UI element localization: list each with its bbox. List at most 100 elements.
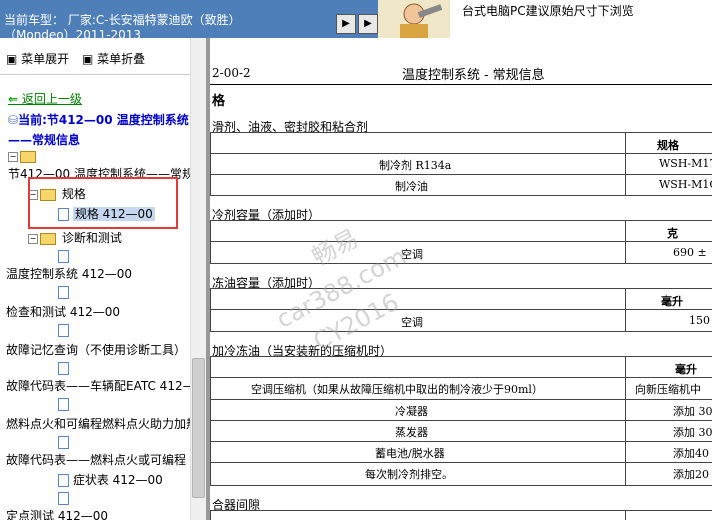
- back-link-label: 返回上一级: [21, 92, 82, 106]
- document-icon: [58, 250, 69, 263]
- tree-item-label: 故障代码表——燃料点火或可编程: [6, 453, 187, 467]
- menu-expand-label: 菜单展开: [21, 52, 70, 66]
- col-divider: [625, 511, 626, 520]
- col-divider: [625, 221, 626, 263]
- table-row: 制冷剂 R134a WSH-M17B: [211, 153, 712, 172]
- col-header-unit: 毫升: [675, 363, 697, 376]
- tree-doc-node[interactable]: [58, 360, 69, 376]
- document-icon: [58, 492, 69, 505]
- mechanic-illustration-icon: [378, 0, 450, 38]
- tree-item-fuel-heater[interactable]: 燃料点火和可编程燃料点火助力加热器: [6, 416, 190, 432]
- tree-item-temp-control[interactable]: 温度控制系统 412—00: [6, 266, 132, 282]
- tree-doc-node[interactable]: [58, 284, 69, 300]
- row-value: 150: [689, 314, 710, 327]
- sidebar-scrollbar[interactable]: [190, 38, 207, 520]
- toolbar-divider: [0, 74, 190, 75]
- collapse-icon: ▣: [82, 52, 94, 66]
- tree-doc-node[interactable]: [58, 396, 69, 412]
- row-value: 添加 30: [673, 405, 712, 418]
- table-row: 空调压缩机（如果从故障压缩机中取出的制冷液少于90ml） 向新压缩机中: [211, 377, 712, 396]
- ad-banner[interactable]: 台式电脑PC建议原始尺寸下浏览: [378, 0, 712, 38]
- menu-collapse-label: 菜单折叠: [97, 52, 146, 66]
- table-row: 蒸发器 添加 30: [211, 420, 712, 439]
- tree-item-label: 诊断和测试: [61, 231, 122, 245]
- scrollbar-thumb[interactable]: [192, 358, 205, 498]
- refrigerant-capacity-table: 克 空调 690 ±: [210, 220, 712, 264]
- sidebar: ▣ 菜单展开 ▣ 菜单折叠 ⇐ 返回上一级 ⛁当前:节412—00 温度控制系统…: [0, 38, 190, 520]
- row-name: 空调: [401, 316, 423, 329]
- tree-item-label: 检查和测试 412—00: [6, 305, 120, 319]
- col-divider: [625, 133, 626, 195]
- col-header-unit: 毫升: [661, 295, 683, 308]
- row-spec: WSH-M1C: [659, 178, 712, 191]
- tree-item-inspection[interactable]: 检查和测试 412—00: [6, 304, 120, 320]
- col-header-unit: 克: [667, 227, 678, 240]
- row-value: 添加40: [673, 447, 709, 460]
- tree-item-fault-memory[interactable]: 故障记忆查询（不使用诊断工具）: [6, 342, 186, 358]
- back-link[interactable]: ⇐ 返回上一级: [8, 90, 82, 107]
- tree-item-label: 燃料点火和可编程燃料点火助力加热器: [6, 417, 190, 431]
- document-pane: 2-00-2 温度控制系统 - 常规信息 格 滑剂、油液、密封胶和粘合剂 规格 …: [210, 38, 712, 520]
- tree-root-node[interactable]: −: [8, 148, 38, 164]
- row-name: 每次制冷剂排空。: [365, 468, 453, 481]
- add-oil-table: 毫升 空调压缩机（如果从故障压缩机中取出的制冷液少于90ml） 向新压缩机中 冷…: [210, 356, 712, 486]
- back-arrow-icon: ⇐: [8, 92, 19, 106]
- document-icon: [58, 436, 69, 449]
- row-name: 蓄电池/脱水器: [375, 447, 445, 460]
- tree-doc-node[interactable]: [58, 490, 69, 506]
- tree-item-label: 故障记忆查询（不使用诊断工具）: [6, 343, 187, 357]
- row-value: 向新压缩机中: [635, 383, 701, 396]
- table-row: 蓄电池/脱水器 添加40: [211, 441, 712, 460]
- document-icon: [58, 398, 69, 411]
- row-value: 添加 30: [673, 426, 712, 439]
- nav-next-button[interactable]: ▶: [358, 14, 378, 34]
- folder-icon: [20, 150, 36, 163]
- tree-item-dtc-fuel[interactable]: 故障代码表——燃料点火或可编程: [6, 452, 186, 468]
- document-title: 温度控制系统 - 常规信息: [402, 68, 545, 83]
- tree-item-label: 温度控制系统 412—00: [6, 267, 132, 281]
- row-name: 制冷剂 R134a: [379, 159, 452, 172]
- row-spec: WSH-M17B: [659, 157, 712, 170]
- document-icon: [58, 324, 69, 337]
- title-bar: 当前车型： 厂家:C-长安福特蒙迪欧（致胜） （Mondeo）2011-2013…: [0, 0, 712, 42]
- page-number: 2-00-2: [212, 66, 251, 80]
- tree-item-label: 定点测试 412—00: [6, 509, 108, 520]
- tree-doc-node[interactable]: [58, 322, 69, 338]
- row-value: 690 ±: [673, 246, 707, 259]
- table-row: 制冷油 WSH-M1C: [211, 174, 712, 193]
- tree-doc-node[interactable]: [58, 248, 69, 264]
- collapse-toggle-icon[interactable]: −: [28, 233, 38, 244]
- table-row: 每次制冷剂排空。 添加20: [211, 462, 712, 481]
- title-rule: [210, 84, 712, 85]
- menu-collapse-button[interactable]: ▣ 菜单折叠: [82, 50, 145, 67]
- document-icon: [58, 474, 69, 487]
- clearance-table: [210, 510, 712, 520]
- col-divider: [625, 289, 626, 331]
- row-name: 冷凝器: [395, 405, 428, 418]
- highlight-box: [28, 177, 178, 229]
- tree-item-symptom-table[interactable]: 症状表 412—00: [58, 472, 163, 488]
- lubricants-table: 规格 制冷剂 R134a WSH-M17B 制冷油 WSH-M1C: [210, 132, 712, 196]
- row-name: 空调压缩机（如果从故障压缩机中取出的制冷液少于90ml）: [251, 383, 543, 396]
- tree-item-label: 症状表 412—00: [72, 473, 163, 487]
- expand-icon: ▣: [6, 52, 18, 66]
- tree-item-label: 故障代码表——车辆配EATC 412—00: [6, 379, 190, 393]
- tree-item-diagnosis-folder[interactable]: − 诊断和测试: [28, 230, 122, 246]
- database-icon: ⛁: [8, 113, 19, 127]
- document-icon: [58, 362, 69, 375]
- tree-item-pinpoint-test[interactable]: 定点测试 412—00: [6, 508, 108, 520]
- tree-item-dtc-eatc[interactable]: 故障代码表——车辆配EATC 412—00: [6, 378, 190, 394]
- menu-expand-button[interactable]: ▣ 菜单展开: [6, 50, 69, 67]
- collapse-toggle-icon[interactable]: −: [8, 151, 18, 162]
- ad-text: 台式电脑PC建议原始尺寸下浏览: [462, 4, 634, 18]
- current-section-label: 当前:节412—00 温度控制系统——常规信息: [8, 113, 189, 147]
- row-value: 添加20: [673, 468, 709, 481]
- row-name: 制冷油: [395, 180, 428, 193]
- tree-doc-node[interactable]: [58, 434, 69, 450]
- current-section-title: ⛁当前:节412—00 温度控制系统——常规信息: [8, 110, 190, 150]
- table-row: 冷凝器 添加 30: [211, 399, 712, 418]
- document-icon: [58, 286, 69, 299]
- spec-section-heading: 格: [212, 94, 226, 109]
- nav-forward-button[interactable]: ▶: [336, 14, 356, 34]
- vehicle-model-label: 当前车型： 厂家:C-长安福特蒙迪欧（致胜）: [4, 13, 241, 27]
